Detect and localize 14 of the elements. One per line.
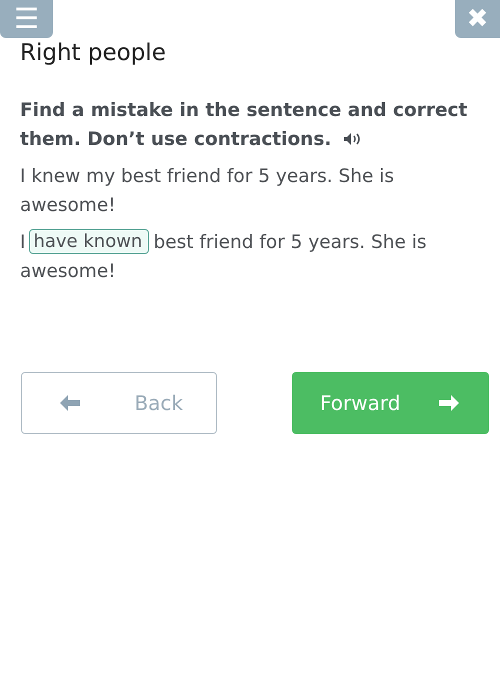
arrow-left-icon bbox=[60, 395, 80, 411]
answer-field[interactable]: have known bbox=[29, 229, 150, 254]
instruction-text: them. Don’t use contractions. bbox=[20, 129, 332, 150]
sentence-text: awesome! bbox=[20, 261, 116, 282]
close-button[interactable]: ✖ bbox=[455, 0, 500, 38]
menu-button[interactable]: ☰ bbox=[0, 0, 53, 38]
back-button[interactable]: Back bbox=[21, 372, 217, 434]
sentence-text: I knew my best friend for 5 years. She is awesome! bbox=[20, 165, 396, 218]
instruction-text: Find a mistake in the sentence and correct bbox=[20, 100, 468, 121]
sentence-text: best friend for 5 years. She is bbox=[153, 232, 427, 253]
arrow-right-icon bbox=[439, 395, 459, 411]
lesson-title: Right people bbox=[20, 39, 167, 68]
sentence-text: I bbox=[20, 232, 26, 253]
forward-button[interactable]: Forward bbox=[292, 372, 489, 434]
